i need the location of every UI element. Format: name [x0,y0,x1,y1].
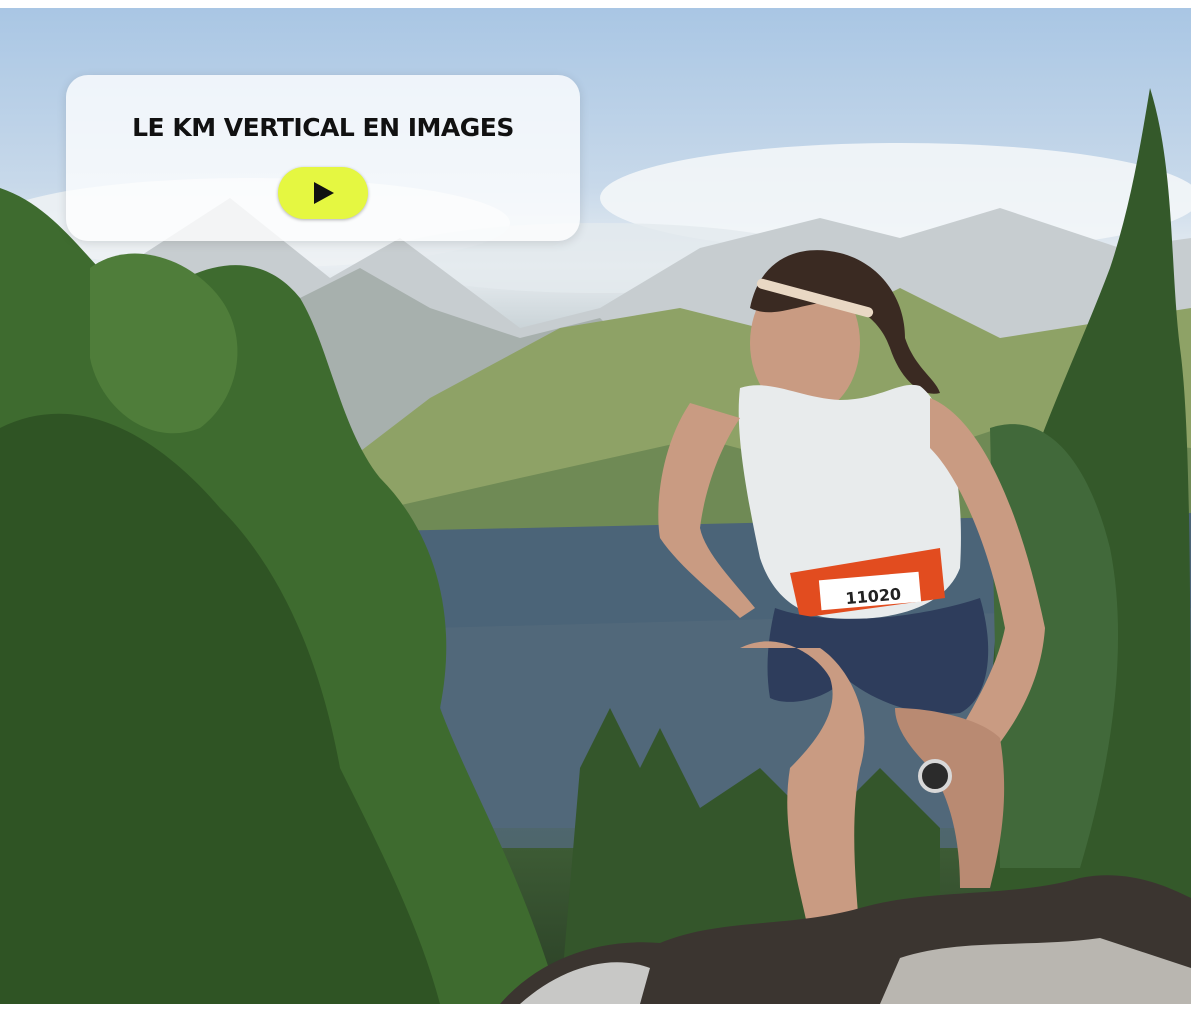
hero-photo: 11020 LE KM VERTICAL EN IMAGES [0,8,1191,1004]
gallery-title: LE KM VERTICAL EN IMAGES [132,113,514,142]
gallery-card: LE KM VERTICAL EN IMAGES [66,75,580,241]
play-button[interactable] [278,167,368,219]
play-icon [314,182,334,204]
